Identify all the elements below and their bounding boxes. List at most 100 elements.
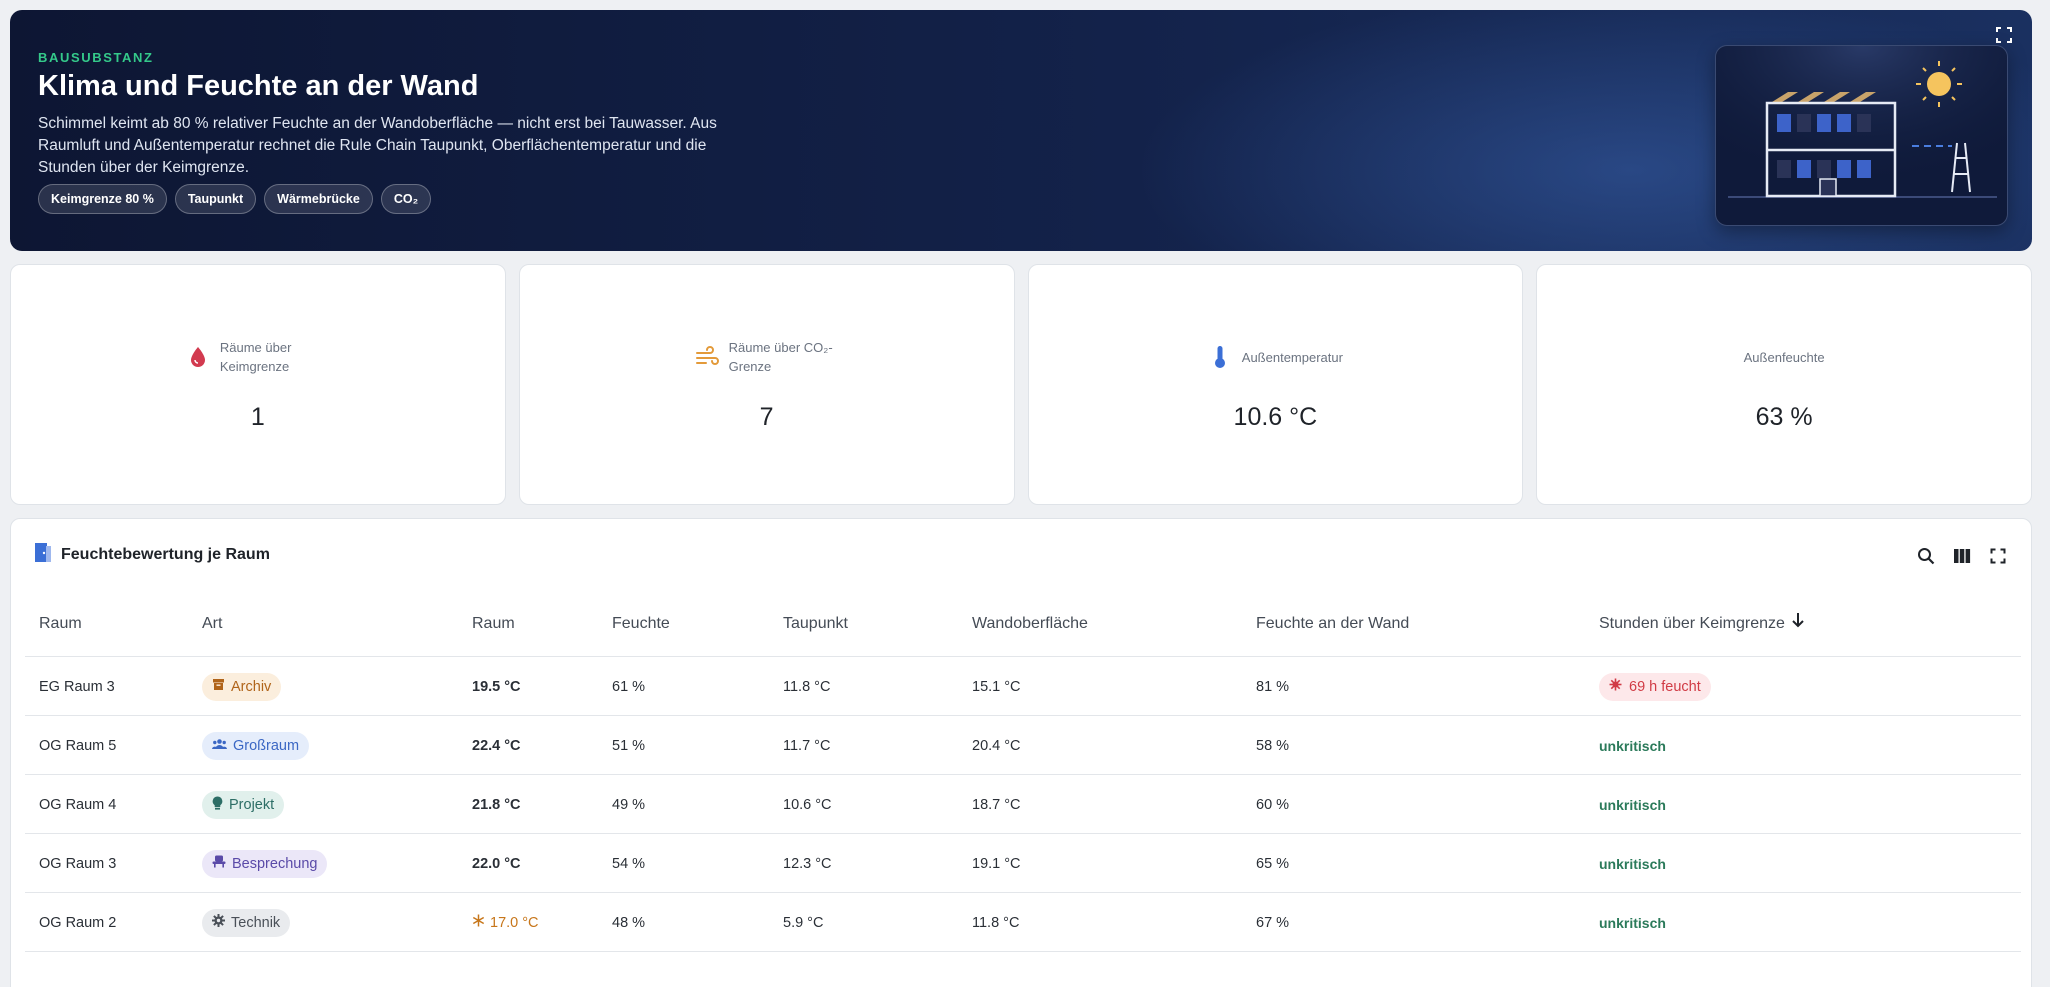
hero-chip-list: Keimgrenze 80 % Taupunkt Wärmebrücke CO₂	[38, 184, 432, 214]
status-badge: 69 h feucht	[1599, 672, 1711, 701]
table-header: Raum Art Raum Feuchte Taupunkt Wandoberf…	[25, 591, 2021, 657]
type-badge: Projekt	[202, 790, 285, 819]
cell-temperature: 17.0 °C	[472, 893, 539, 952]
type-badge: Technik	[202, 908, 291, 937]
column-header-wandoberflaeche[interactable]: Wandoberfläche	[972, 591, 1088, 657]
kpi-card-keimgrenze: Räume über Keimgrenze 1	[10, 264, 506, 505]
kpi-card-aussentemperatur: Außentemperatur 10.6 °C	[1027, 264, 1524, 505]
cell-humidity: 48 %	[612, 914, 646, 931]
table-toolbar	[1915, 545, 2009, 567]
hero-description: Schimmel keimt ab 80 % relativer Feuchte…	[38, 115, 717, 176]
cell-wall-humidity: 81 %	[1256, 678, 1290, 695]
kpi-value: 7	[759, 403, 774, 431]
archive-icon	[212, 678, 225, 695]
cell-type: Besprechung	[202, 834, 328, 893]
cell-dewpoint: 5.9 °C	[783, 914, 824, 931]
type-badge: Großraum	[202, 731, 310, 760]
cell-room: OG Raum 2	[39, 914, 117, 931]
kpi-row: Räume über Keimgrenze 1 Räume über CO₂-G…	[10, 264, 2032, 505]
kpi-value: 63 %	[1755, 403, 1813, 431]
kpi-label: Außentemperatur	[1241, 349, 1343, 365]
table-row[interactable]: OG Raum 3 Besprechung 22.0 °C 54 % 12.3 …	[25, 834, 2021, 893]
table-row[interactable]: OG Raum 2 Technik 17.0 °C 48 % 5.9 °C 11…	[25, 893, 2021, 952]
cell-type: Projekt	[202, 775, 285, 834]
gear-icon	[212, 914, 225, 931]
cell-humidity: 51 %	[612, 737, 646, 754]
cell-status: unkritisch	[1599, 914, 1666, 931]
cell-temperature: 22.4 °C	[472, 737, 521, 754]
table-row[interactable]: EG Raum 3 Archiv 19.5 °C 61 % 11.8 °C 15…	[25, 657, 2021, 716]
chip-taupunkt: Taupunkt	[174, 184, 257, 214]
cell-status: 69 h feucht	[1599, 657, 1711, 716]
cell-wall-temperature: 20.4 °C	[972, 737, 1021, 754]
fullscreen-icon[interactable]	[1987, 545, 2009, 567]
column-header-taupunkt[interactable]: Taupunkt	[783, 591, 848, 657]
lightbulb-icon	[212, 796, 223, 814]
arrow-down-icon	[1791, 591, 1805, 657]
table-row[interactable]: OG Raum 5 Großraum 22.4 °C 51 % 11.7 °C …	[25, 716, 2021, 775]
kpi-label: Räume über CO₂-Grenze	[728, 340, 833, 374]
cell-room: OG Raum 4	[39, 796, 117, 813]
building-sun-illustration	[1715, 45, 2008, 226]
column-header-raumtemperatur[interactable]: Raum	[472, 591, 515, 657]
kpi-label: Außenfeuchte	[1743, 349, 1825, 365]
cell-status: unkritisch	[1599, 855, 1666, 872]
cell-humidity: 61 %	[612, 678, 646, 695]
cell-status: unkritisch	[1599, 796, 1666, 813]
table-row[interactable]: OG Raum 4 Projekt 21.8 °C 49 % 10.6 °C 1…	[25, 775, 2021, 834]
meeting-icon	[212, 855, 226, 872]
search-icon[interactable]	[1915, 545, 1937, 567]
cell-type: Technik	[202, 893, 291, 952]
hero-eyebrow: BAUSUBSTANZ	[38, 50, 154, 65]
cell-status: unkritisch	[1599, 737, 1666, 754]
cell-temperature: 21.8 °C	[472, 796, 521, 813]
mold-icon	[1609, 678, 1622, 695]
cell-dewpoint: 11.8 °C	[783, 678, 831, 695]
cell-temperature: 22.0 °C	[472, 855, 521, 872]
chip-waermebruecke: Wärmebrücke	[264, 184, 373, 214]
door-icon	[33, 541, 53, 568]
droplet-icon	[186, 345, 210, 369]
group-icon	[212, 738, 227, 754]
table-title: Feuchtebewertung je Raum	[61, 545, 270, 563]
cell-wall-temperature: 15.1 °C	[972, 678, 1021, 695]
column-header-stunden-label: Stunden über Keimgrenze	[1599, 615, 1785, 632]
cell-wall-humidity: 67 %	[1256, 914, 1290, 931]
kpi-value: 1	[250, 403, 265, 431]
cell-wall-humidity: 60 %	[1256, 796, 1290, 813]
cell-dewpoint: 10.6 °C	[783, 796, 832, 813]
cell-temperature: 19.5 °C	[472, 678, 521, 695]
hero-banner: BAUSUBSTANZ Klima und Feuchte an der Wan…	[10, 10, 2032, 251]
column-header-feuchte[interactable]: Feuchte	[612, 591, 670, 657]
cell-humidity: 49 %	[612, 796, 646, 813]
column-header-art[interactable]: Art	[202, 591, 222, 657]
cell-type: Archiv	[202, 657, 282, 716]
cell-humidity: 54 %	[612, 855, 646, 872]
kpi-card-co2: Räume über CO₂-Grenze 7	[518, 264, 1015, 505]
cell-wall-temperature: 18.7 °C	[972, 796, 1021, 813]
cell-room: EG Raum 3	[39, 678, 115, 695]
thermometer-icon	[1208, 345, 1232, 369]
cell-dewpoint: 12.3 °C	[783, 855, 832, 872]
cell-room: OG Raum 5	[39, 737, 117, 754]
kpi-card-aussenfeuchte: Außenfeuchte 63 %	[1536, 264, 2032, 505]
columns-icon[interactable]	[1951, 545, 1973, 567]
snowflake-icon	[472, 914, 485, 931]
type-badge: Besprechung	[202, 849, 328, 878]
cell-room: OG Raum 3	[39, 855, 117, 872]
column-header-stunden[interactable]: Stunden über Keimgrenze	[1599, 591, 1805, 657]
type-badge: Archiv	[202, 672, 282, 701]
wind-icon	[695, 345, 719, 369]
cell-type: Großraum	[202, 716, 310, 775]
cell-wall-temperature: 11.8 °C	[972, 914, 1020, 931]
column-header-raum[interactable]: Raum	[39, 591, 82, 657]
cell-wall-humidity: 58 %	[1256, 737, 1290, 754]
kpi-value: 10.6 °C	[1233, 403, 1318, 431]
chip-co2: CO₂	[380, 184, 432, 214]
column-header-feuchte-wand[interactable]: Feuchte an der Wand	[1256, 591, 1409, 657]
chip-keimgrenze: Keimgrenze 80 %	[38, 184, 167, 214]
cell-dewpoint: 11.7 °C	[783, 737, 831, 754]
cell-wall-temperature: 19.1 °C	[972, 855, 1021, 872]
cell-wall-humidity: 65 %	[1256, 855, 1290, 872]
kpi-label: Räume über Keimgrenze	[219, 340, 292, 374]
